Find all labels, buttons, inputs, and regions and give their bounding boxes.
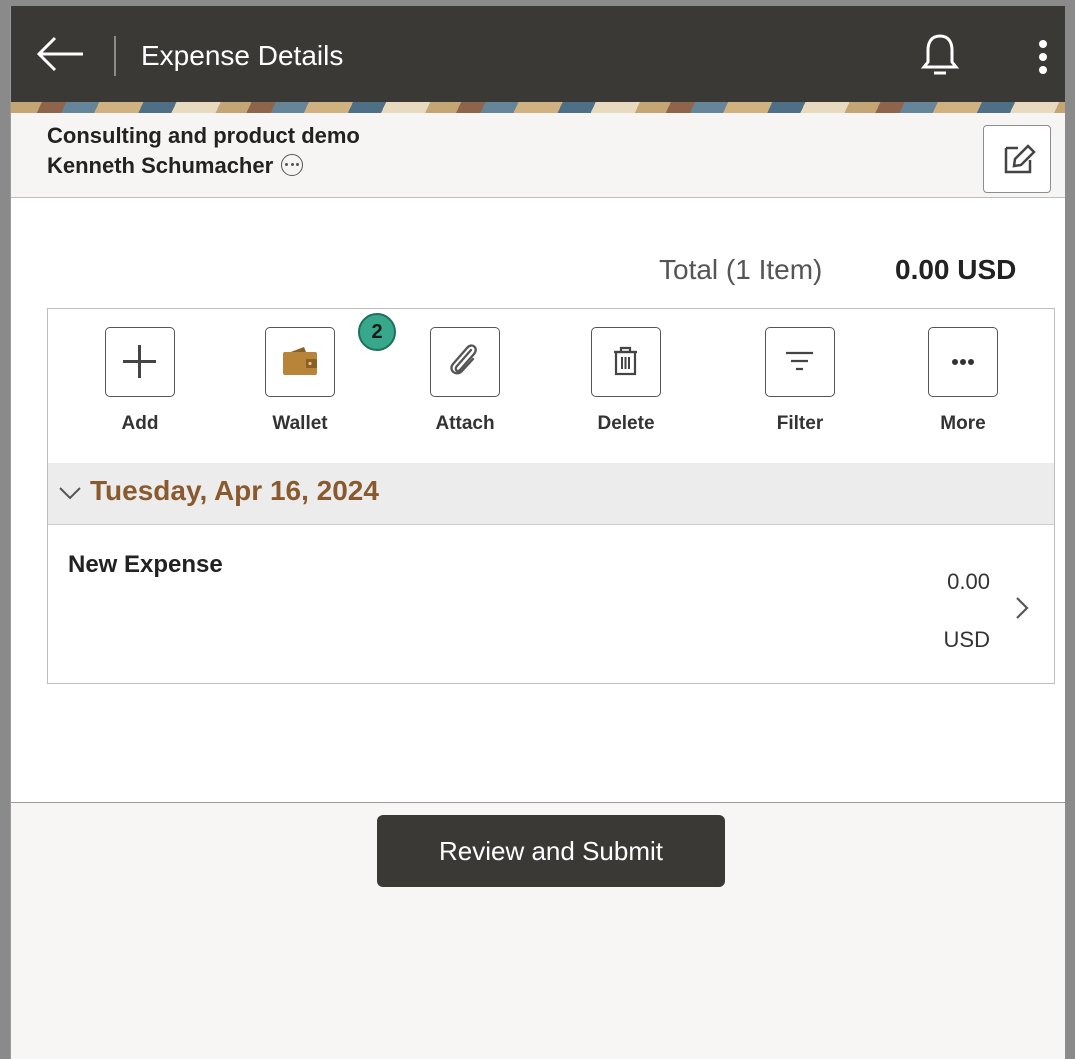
wallet-count-badge: 2: [358, 313, 396, 351]
filter-icon: [786, 351, 813, 371]
delete-button[interactable]: Delete: [566, 327, 686, 447]
chevron-down-icon: [59, 487, 81, 500]
page-title: Expense Details: [141, 40, 344, 71]
expense-currency: USD: [943, 627, 990, 652]
expense-toolbar: Add Wallet 2 Attach Delete Filter More: [48, 309, 1054, 464]
employee-more-button[interactable]: [281, 154, 304, 177]
arrow-left-icon: [36, 36, 83, 72]
bell-icon: [920, 34, 960, 75]
report-name: Consulting and product demo: [47, 123, 360, 148]
actions-menu-button[interactable]: [1021, 30, 1065, 80]
context-bar: Consulting and product demo Kenneth Schu…: [11, 113, 1065, 198]
paperclip-icon: [450, 344, 477, 375]
chevron-right-icon: [1016, 597, 1029, 619]
expense-name: New Expense: [68, 551, 223, 578]
filter-button[interactable]: Filter: [740, 327, 860, 447]
date-group-header[interactable]: Tuesday, Apr 16, 2024: [48, 463, 1054, 525]
edit-icon: [1004, 144, 1036, 174]
delete-label: Delete: [597, 413, 655, 434]
employee-name: Kenneth Schumacher: [47, 153, 274, 178]
plus-icon: [123, 345, 156, 378]
decorative-banner: [11, 102, 1065, 113]
wallet-icon: [283, 347, 317, 375]
attach-button[interactable]: Attach: [405, 327, 525, 447]
app-header: Expense Details: [11, 6, 1065, 102]
add-button[interactable]: Add: [80, 327, 200, 447]
total-value: 0.00 USD: [895, 254, 1017, 285]
more-icon: [952, 359, 974, 365]
attach-label: Attach: [435, 413, 495, 434]
app-frame: Expense Details Consulting and product d…: [10, 6, 1065, 1059]
notifications-button[interactable]: [917, 30, 963, 80]
total-label: Total (1 Item): [659, 254, 823, 285]
add-label: Add: [121, 413, 159, 434]
expense-amount: 0.00: [947, 569, 990, 594]
more-label: More: [940, 413, 986, 434]
wallet-label: Wallet: [272, 413, 328, 434]
filter-label: Filter: [776, 413, 824, 434]
expenses-card: Add Wallet 2 Attach Delete Filter More T…: [47, 308, 1055, 684]
trash-icon: [614, 346, 637, 376]
more-button[interactable]: More: [903, 327, 1023, 447]
review-and-submit-button[interactable]: Review and Submit: [377, 815, 725, 887]
edit-report-button[interactable]: [983, 125, 1051, 193]
back-button[interactable]: [33, 32, 87, 76]
footer-bar: Review and Submit: [11, 802, 1065, 1059]
expense-list-item[interactable]: New Expense 0.00 USD: [48, 525, 1054, 683]
kebab-icon: [1039, 40, 1047, 48]
wallet-button[interactable]: Wallet: [240, 327, 360, 447]
header-divider: [114, 36, 116, 76]
employee-line: Kenneth Schumacher: [47, 153, 304, 179]
date-group-label: Tuesday, Apr 16, 2024: [90, 475, 379, 506]
